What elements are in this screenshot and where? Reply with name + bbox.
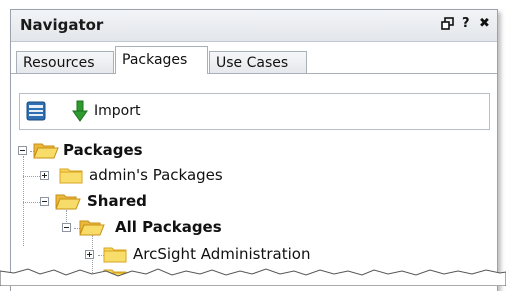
- collapse-icon[interactable]: [18, 146, 27, 155]
- tree-node-label: ArcSight Administration: [133, 245, 311, 263]
- collapse-icon[interactable]: [40, 197, 49, 206]
- restore-icon[interactable]: [441, 17, 454, 34]
- tab-resources[interactable]: Resources: [16, 51, 114, 73]
- toolbar: Import: [19, 93, 490, 130]
- collapse-icon[interactable]: [62, 223, 71, 232]
- tree-node-label: All Packages: [115, 218, 222, 236]
- tree-node-all-packages[interactable]: All Packages: [11, 217, 497, 239]
- open-folder-icon: [55, 193, 81, 214]
- expand-icon[interactable]: [40, 171, 49, 180]
- navigator-title: Navigator: [20, 16, 104, 34]
- open-folder-icon: [33, 142, 59, 163]
- navigator-titlebar: Navigator ? ✖: [11, 10, 497, 42]
- tree-node-shared[interactable]: Shared: [11, 191, 497, 213]
- help-button[interactable]: ?: [462, 16, 470, 31]
- open-folder-icon: [79, 219, 105, 240]
- tab-use-cases[interactable]: Use Cases: [209, 51, 307, 73]
- tree-node-label: admin's Packages: [89, 166, 223, 184]
- list-view-icon[interactable]: [26, 101, 46, 125]
- torn-edge: [0, 268, 506, 286]
- tree-node-admins-packages[interactable]: admin's Packages: [11, 165, 497, 187]
- green-down-arrow-icon[interactable]: [72, 100, 88, 126]
- tree-node-label: Shared: [87, 192, 147, 210]
- tab-packages[interactable]: Packages: [115, 46, 208, 74]
- close-button[interactable]: ✖: [479, 16, 490, 31]
- tree-node-label: Packages: [63, 141, 143, 159]
- navigator-panel: Navigator ? ✖ Resources Packages Use Cas…: [10, 9, 498, 291]
- import-button[interactable]: Import: [94, 103, 140, 119]
- folder-icon: [59, 167, 83, 188]
- expand-icon[interactable]: [85, 250, 94, 259]
- tree-node-packages[interactable]: Packages: [11, 140, 497, 162]
- tab-strip-baseline: [11, 73, 497, 74]
